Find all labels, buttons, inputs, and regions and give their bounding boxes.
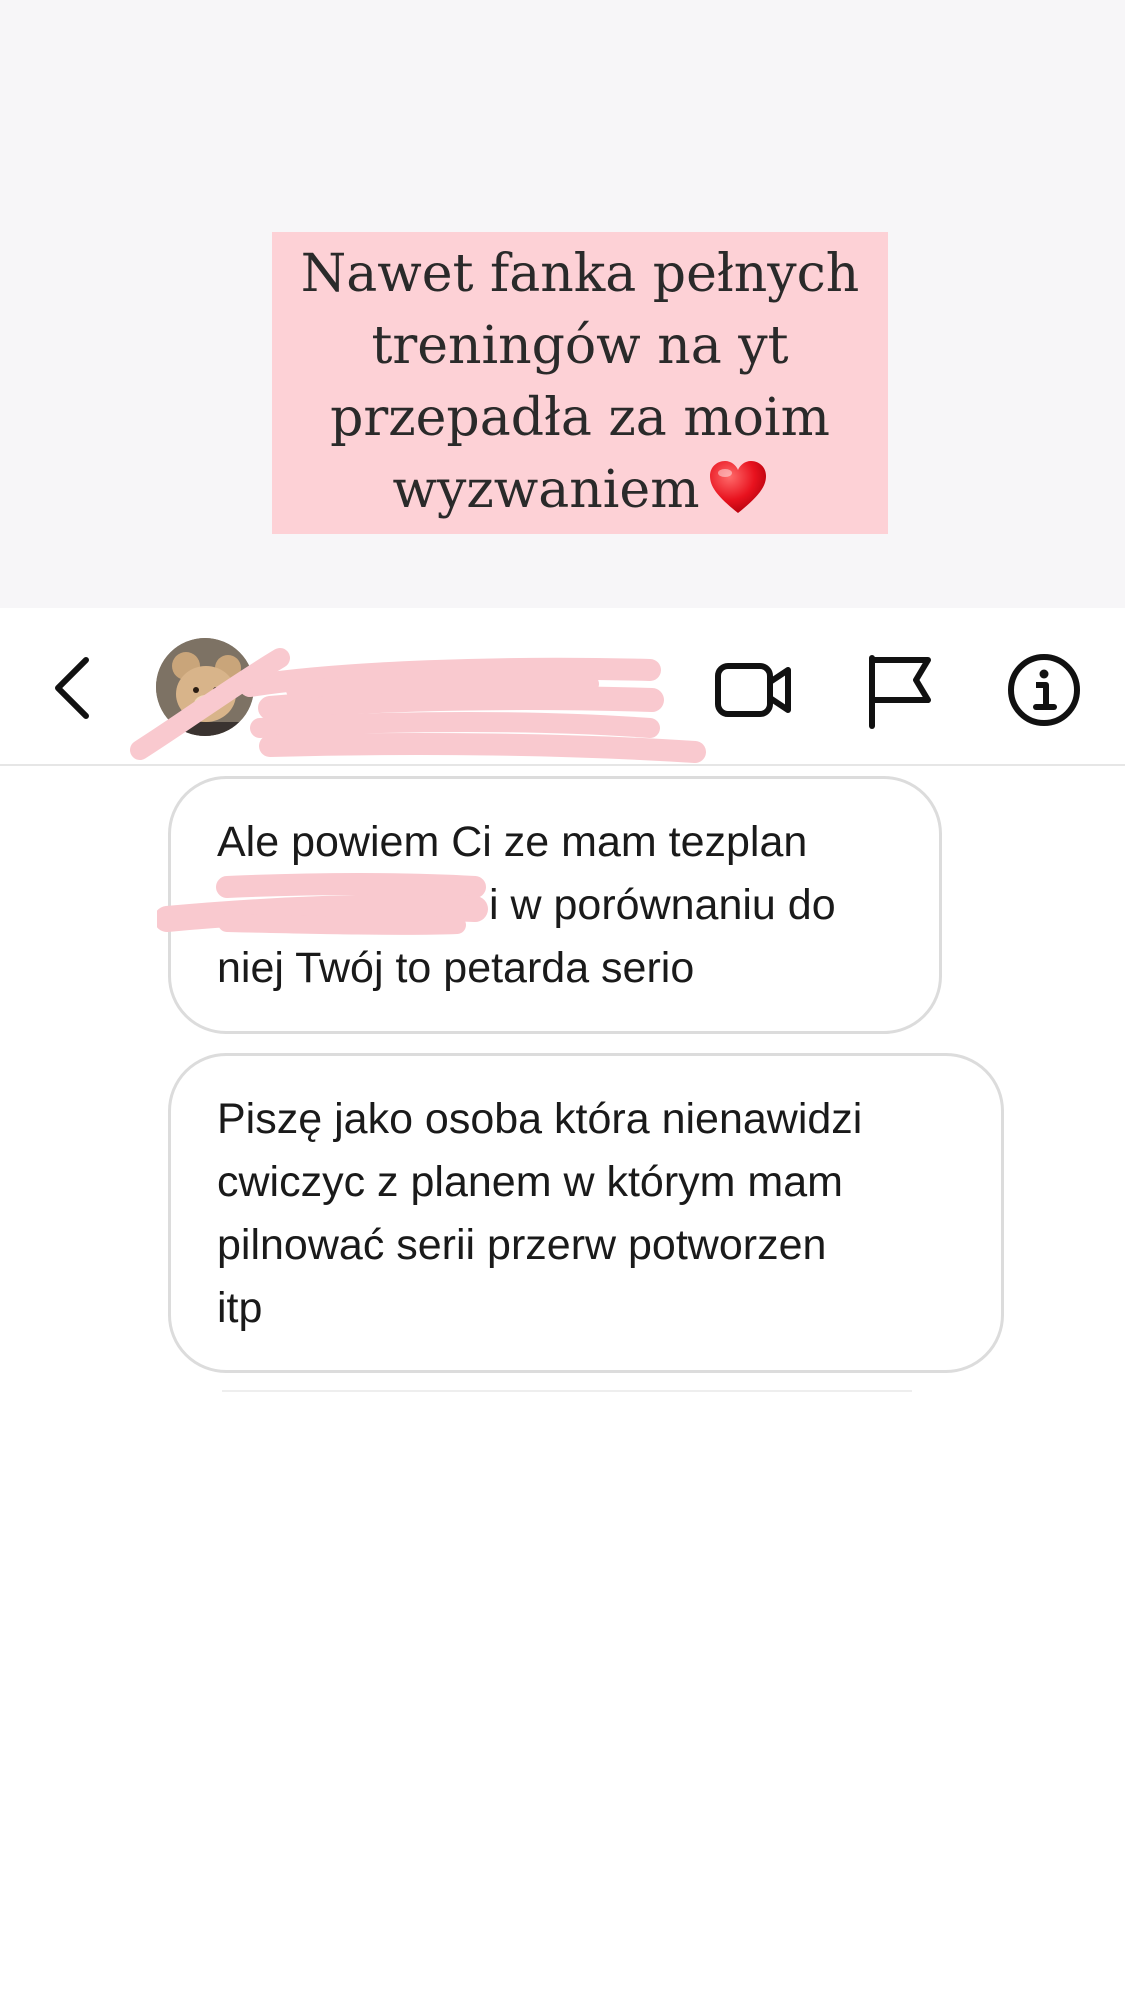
message-bubble[interactable]: Piszę jako osoba która nienawidzi cwiczy…	[168, 1053, 1004, 1373]
video-call-button[interactable]	[712, 648, 796, 732]
story-caption: Nawet fanka pełnych treningów na yt prze…	[272, 232, 888, 534]
message-line: Piszę jako osoba która nienawidzi	[217, 1095, 863, 1143]
chevron-left-icon	[55, 657, 89, 719]
message-line: Ale powiem Ci ze mam tezplan	[217, 818, 808, 866]
heart-emoji	[709, 461, 766, 513]
message-line: niej Twój to petarda serio	[217, 944, 695, 992]
redaction-mark	[157, 873, 489, 935]
caption-line-4-text: wyzwaniem	[392, 460, 700, 520]
message-line: cwiczyc z planem w którym mam	[217, 1158, 843, 1206]
video-camera-icon	[715, 663, 791, 717]
message-line: itp	[217, 1284, 263, 1332]
back-button[interactable]	[40, 648, 104, 728]
story-screen: Nawet fanka pełnych treningów na yt prze…	[0, 0, 1125, 2000]
caption-line-3: przepadła za moim	[330, 388, 830, 448]
story-background: Nawet fanka pełnych treningów na yt prze…	[0, 0, 1125, 608]
message-bubble[interactable]: Ale powiem Ci ze mam tezplan i w porówna…	[157, 776, 942, 1034]
caption-line-1: Nawet fanka pełnych	[300, 244, 860, 304]
caption-line-2: treningów na yt	[371, 316, 789, 376]
divider	[222, 1390, 912, 1392]
teddy-bear-avatar	[156, 638, 254, 736]
caption-line-4: wyzwaniem	[290, 454, 870, 526]
info-button[interactable]	[1002, 648, 1086, 732]
message-line: pilnować serii przerw potworzen	[217, 1221, 827, 1269]
contact-identity[interactable]	[268, 638, 688, 738]
flag-icon	[869, 655, 931, 729]
report-button[interactable]	[858, 648, 942, 732]
info-icon	[1008, 654, 1080, 726]
chat-header	[0, 608, 1125, 766]
avatar[interactable]	[156, 638, 254, 736]
message-text: i w porównaniu do	[489, 881, 836, 929]
message-line: i w porównaniu do	[157, 873, 893, 937]
